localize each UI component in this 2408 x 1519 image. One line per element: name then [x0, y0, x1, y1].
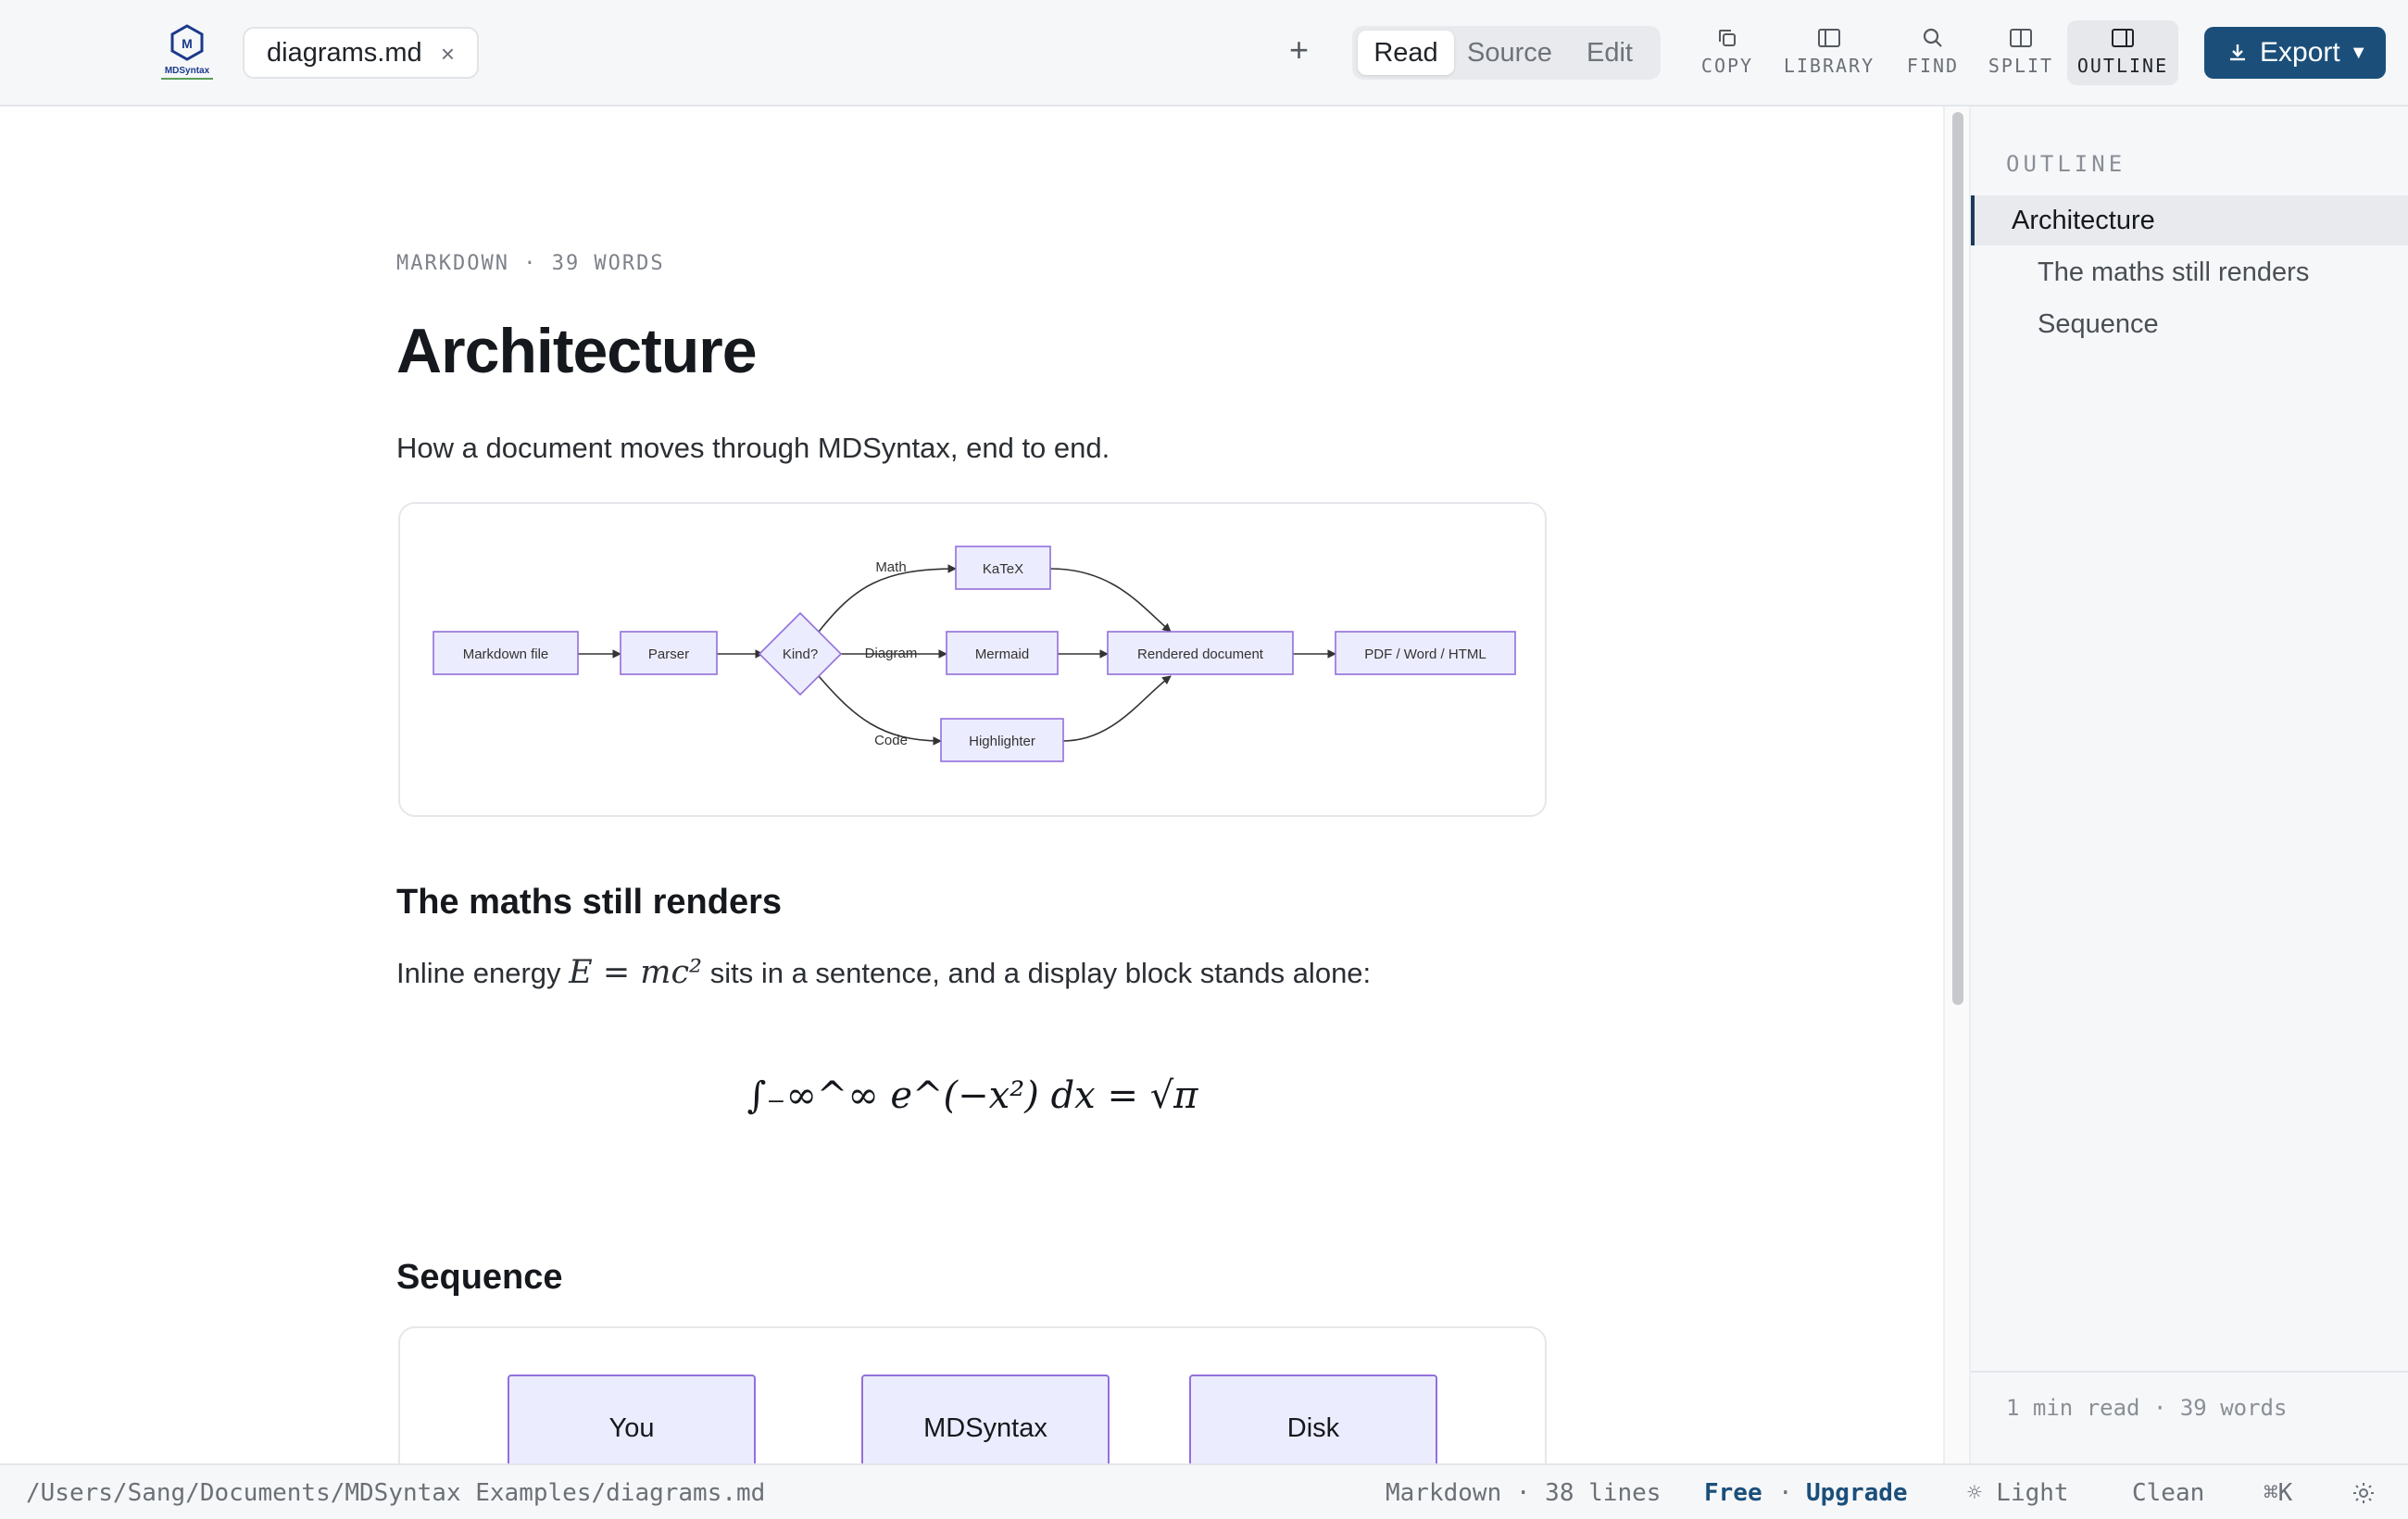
upgrade-link[interactable]: Upgrade — [1806, 1479, 1908, 1507]
scrollbar-thumb[interactable] — [1952, 112, 1963, 1005]
toolbar: M MDSyntax diagrams.md × + Read Source E… — [0, 0, 2408, 107]
inline-formula: E = mc² — [569, 954, 703, 991]
split-icon — [2010, 29, 2032, 47]
paragraph-text-after: sits in a sentence, and a display block … — [709, 957, 1372, 989]
edge-kind-highlighter — [818, 675, 942, 746]
node-label-parser: Parser — [648, 647, 689, 662]
download-icon — [2230, 44, 2245, 61]
copy-button[interactable]: COPY — [1695, 20, 1760, 85]
node-label-rendered: Rendered document — [1137, 647, 1264, 662]
chevron-down-icon: ▼ — [2349, 42, 2368, 63]
svg-text:MDSyntax: MDSyntax — [165, 66, 210, 76]
node-label-katex: KaTeX — [983, 561, 1023, 577]
split-button[interactable]: SPLIT — [1986, 20, 2056, 85]
edge-label-math: Math — [875, 559, 906, 575]
copy-label: COPY — [1700, 55, 1754, 77]
page-title: Architecture — [396, 316, 758, 386]
node-label-output: PDF / Word / HTML — [1364, 647, 1486, 662]
section-heading-sequence: Sequence — [396, 1258, 563, 1297]
inline-math-paragraph: Inline energy E = mc² sits in a sentence… — [396, 954, 1371, 991]
document-meta: MARKDOWN · 39 WORDS — [396, 252, 665, 275]
style-selector[interactable]: Clean — [2132, 1479, 2204, 1507]
view-mode-read[interactable]: Read — [1358, 31, 1454, 75]
lead-paragraph: How a document moves through MDSyntax, e… — [396, 432, 1110, 464]
close-tab-icon[interactable]: × — [441, 40, 455, 69]
find-button[interactable]: FIND — [1902, 20, 1963, 85]
command-palette-shortcut[interactable]: ⌘K — [2264, 1479, 2292, 1507]
status-bar: /Users/Sang/Documents/MDSyntax Examples/… — [0, 1463, 2408, 1519]
edge-label-code: Code — [874, 733, 908, 748]
outline-icon — [2112, 29, 2134, 47]
paragraph-text-before: Inline energy — [396, 957, 561, 989]
copy-icon — [1719, 30, 1736, 46]
view-mode-edit[interactable]: Edit — [1565, 31, 1654, 75]
file-tab[interactable]: diagrams.md × — [243, 27, 479, 79]
document-language: Markdown · 38 lines — [1386, 1479, 1662, 1507]
plan-badge: Free — [1704, 1479, 1762, 1507]
edge-highlighter-rendered — [1062, 675, 1172, 742]
file-path: /Users/Sang/Documents/MDSyntax Examples/… — [26, 1479, 766, 1507]
app-logo[interactable]: M MDSyntax — [156, 24, 219, 83]
file-tab-label: diagrams.md — [267, 37, 422, 68]
display-formula: ∫₋∞^∞ e^(−x²) dx = √π — [746, 1074, 1198, 1117]
flowchart-diagram: Markdown file Parser Kind? KaTeX Mermaid… — [398, 502, 1547, 817]
node-label-kind: Kind? — [783, 647, 818, 662]
node-label-highlighter: Highlighter — [969, 734, 1035, 749]
edge-kind-katex — [818, 564, 957, 633]
reading-stats: 1 min read · 39 words — [1971, 1371, 2408, 1443]
svg-text:M: M — [182, 36, 193, 51]
outline-title: OUTLINE — [2006, 151, 2126, 177]
edge-label-diagram: Diagram — [865, 646, 918, 661]
view-mode-switcher: Read Source Edit — [1352, 26, 1661, 80]
outline-item-maths[interactable]: The maths still renders — [1971, 247, 2408, 297]
outline-sidebar: OUTLINE Architecture The maths still ren… — [1971, 107, 2408, 1463]
node-label-mermaid: Mermaid — [975, 647, 1029, 662]
document-scrollbar[interactable] — [1943, 107, 1971, 1463]
node-label-markdown: Markdown file — [463, 647, 549, 662]
view-mode-source[interactable]: Source — [1458, 31, 1561, 75]
edge-katex-rendered — [1049, 568, 1172, 633]
outline-item-architecture[interactable]: Architecture — [1971, 195, 2408, 245]
sun-icon[interactable] — [2352, 1482, 2375, 1504]
export-label: Export — [2260, 37, 2340, 68]
outline-label: OUTLINE — [2076, 55, 2169, 77]
library-label: LIBRARY — [1783, 55, 1875, 77]
outline-item-sequence[interactable]: Sequence — [1971, 299, 2408, 349]
section-heading-maths: The maths still renders — [396, 883, 783, 922]
find-label: FIND — [1906, 55, 1960, 77]
search-icon — [1923, 28, 1942, 47]
new-tab-button[interactable]: + — [1289, 31, 1309, 69]
split-label: SPLIT — [1988, 55, 2054, 77]
status-separator: · — [1778, 1479, 1793, 1507]
outline-button[interactable]: OUTLINE — [2067, 20, 2178, 85]
library-button[interactable]: LIBRARY — [1778, 20, 1880, 85]
export-button[interactable]: Export ▼ — [2204, 27, 2386, 79]
theme-toggle[interactable]: ☼ Light — [1967, 1479, 2069, 1507]
library-icon — [1818, 29, 1840, 47]
